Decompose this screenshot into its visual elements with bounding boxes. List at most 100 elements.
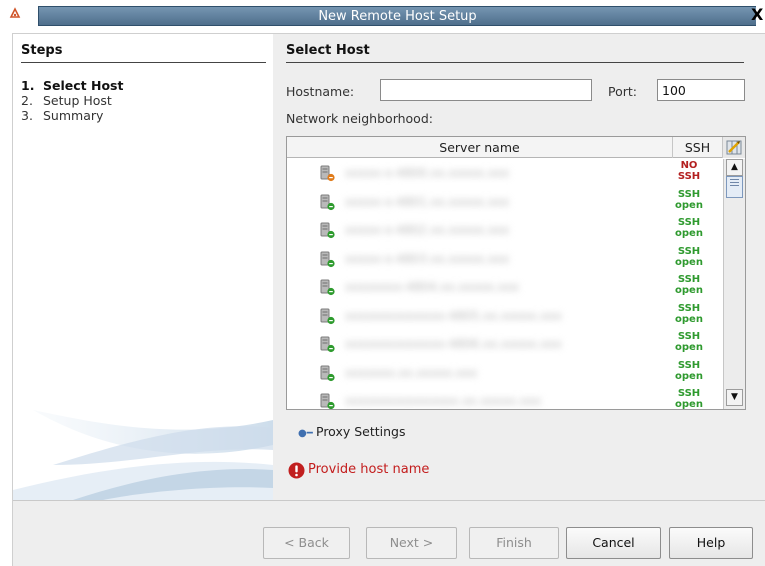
dialog-body: Steps 1. Select Host 2. Setup Host 3. Summary…	[12, 33, 765, 566]
decorative-swoosh	[13, 410, 273, 500]
server-name: xxxxx-x-4803.xx.xxxxx.xxx	[345, 251, 510, 266]
ssh-status: SSH open	[667, 217, 711, 239]
table-row[interactable]: xxxxxxxxxxxxxx-4806.xx.xxxxx.xxx SSH open	[287, 330, 723, 359]
ssh-status: SSH open	[667, 331, 711, 353]
step-number: 3.	[21, 108, 33, 123]
table-row[interactable]: xxxxxxxxxxxxxx-4805.xx.xxxxx.xxx SSH open	[287, 302, 723, 331]
table-row[interactable]: xxxxxxxxxxxxxxxx.xx.xxxxx.xxx SSH open	[287, 387, 723, 409]
ssh-status-line: SSH	[677, 331, 701, 342]
ssh-status-line: open	[675, 399, 703, 409]
step-number: 2.	[21, 93, 33, 108]
port-label: Port:	[608, 84, 637, 99]
ssh-status: SSH open	[667, 388, 711, 409]
window-title: New Remote Host Setup	[318, 9, 477, 24]
steps-panel: Steps 1. Select Host 2. Setup Host 3. Summary	[13, 34, 273, 500]
table-header: Server name SSH	[287, 137, 745, 158]
ssh-status-line: SSH	[677, 188, 701, 200]
proxy-settings-expander[interactable]: ●━ Proxy Settings	[298, 424, 405, 439]
server-icon	[320, 279, 335, 296]
step-item[interactable]: 3. Summary	[21, 108, 123, 123]
server-name-column-header[interactable]: Server name	[287, 137, 673, 158]
server-name: xxxxx-x-4801.xx.xxxxx.xxx	[345, 194, 510, 209]
panel-divider	[286, 62, 744, 63]
cancel-button[interactable]: Cancel	[566, 527, 661, 559]
table-row[interactable]: xxxxxxx.xx.xxxxx.xxx SSH open	[287, 359, 723, 388]
server-name: xxxxxxxxxxxxxxxx.xx.xxxxx.xxx	[345, 394, 542, 408]
server-table: Server name SSH xxxxx-x-4800.xx.xxxxx.xx…	[286, 136, 746, 410]
next-button[interactable]: Next >	[366, 527, 457, 559]
server-name: xxxxx-x-4802.xx.xxxxx.xxx	[345, 223, 510, 237]
step-label: Setup Host	[43, 93, 112, 108]
server-icon	[320, 165, 335, 182]
button-bar-divider	[13, 500, 765, 501]
port-input[interactable]	[657, 79, 745, 101]
table-scrollbar[interactable]: ▲ ▼	[723, 159, 745, 409]
table-row[interactable]: xxxxx-x-4800.xx.xxxxx.xxx NO SSH	[287, 159, 723, 188]
steps-title: Steps	[21, 43, 63, 58]
network-neighborhood-label: Network neighborhood:	[286, 111, 433, 126]
step-label: Select Host	[43, 78, 124, 93]
title-field: New Remote Host Setup	[38, 6, 756, 26]
ssh-status-line: open	[675, 342, 703, 353]
app-icon	[9, 7, 21, 18]
server-icon	[320, 336, 335, 353]
column-picker-icon	[726, 140, 742, 155]
scroll-down-icon[interactable]: ▼	[726, 389, 743, 406]
ssh-status-line: open	[675, 228, 703, 239]
select-host-panel: Select Host Hostname: Port: Network neig…	[286, 34, 756, 500]
ssh-status: SSH open	[667, 274, 711, 296]
step-item[interactable]: 2. Setup Host	[21, 93, 123, 108]
server-icon	[320, 393, 335, 409]
table-body: xxxxx-x-4800.xx.xxxxx.xxx NO SSH xxxxx-x-48…	[287, 159, 723, 409]
ssh-status-line: SSH	[677, 388, 701, 399]
scroll-thumb[interactable]	[726, 176, 743, 198]
ssh-status: SSH open	[667, 303, 711, 325]
ssh-status-line: SSH	[677, 217, 701, 228]
ssh-status-line: open	[675, 313, 703, 325]
hostname-label: Hostname:	[286, 84, 355, 99]
ssh-status-line: open	[675, 370, 703, 382]
server-icon	[320, 251, 335, 267]
ssh-status: SSH open	[667, 246, 711, 268]
ssh-status-line: open	[675, 199, 703, 211]
back-button[interactable]: < Back	[263, 527, 350, 559]
error-icon	[288, 462, 305, 479]
server-icon	[320, 222, 335, 239]
ssh-status-line: SSH	[677, 302, 701, 314]
ssh-status: SSH open	[667, 189, 711, 211]
server-name: xxxxxxxx-4804.xx.xxxxx.xxx	[345, 280, 520, 294]
proxy-settings-label: Proxy Settings	[316, 424, 406, 439]
ssh-status: SSH open	[667, 360, 711, 382]
step-number: 1.	[21, 78, 35, 93]
table-row[interactable]: xxxxx-x-4803.xx.xxxxx.xxx SSH open	[287, 245, 723, 274]
help-button[interactable]: Help	[669, 527, 753, 559]
server-icon	[320, 194, 335, 210]
table-row[interactable]: xxxxx-x-4802.xx.xxxxx.xxx SSH open	[287, 216, 723, 245]
title-bar[interactable]: New Remote Host Setup X	[0, 0, 765, 26]
error-message: Provide host name	[308, 462, 430, 477]
server-icon	[320, 365, 335, 381]
ssh-status-line: SSH	[677, 245, 701, 257]
server-name: xxxxxxxxxxxxxx-4806.xx.xxxxx.xxx	[345, 337, 562, 351]
server-name: xxxxxxxxxxxxxx-4805.xx.xxxxx.xxx	[345, 308, 562, 323]
table-row[interactable]: xxxxxxxx-4804.xx.xxxxx.xxx SSH open	[287, 273, 723, 302]
server-name: xxxxx-x-4800.xx.xxxxx.xxx	[345, 166, 510, 180]
ssh-status-line: open	[675, 256, 703, 268]
ssh-status-line: open	[675, 285, 703, 296]
ssh-status-line: SSH	[677, 171, 701, 182]
table-row[interactable]: xxxxx-x-4801.xx.xxxxx.xxx SSH open	[287, 188, 723, 217]
close-icon[interactable]: X	[751, 4, 765, 26]
column-picker-button[interactable]	[723, 137, 745, 158]
panel-title: Select Host	[286, 43, 370, 58]
steps-divider	[21, 62, 266, 63]
hostname-input[interactable]	[380, 79, 592, 101]
server-icon	[320, 308, 335, 324]
server-name: xxxxxxx.xx.xxxxx.xxx	[345, 365, 478, 380]
scroll-up-icon[interactable]: ▲	[726, 159, 743, 176]
ssh-column-header[interactable]: SSH	[673, 137, 723, 158]
step-label: Summary	[43, 108, 104, 123]
ssh-status-line: SSH	[677, 359, 701, 371]
ssh-status-line: NO	[680, 160, 698, 171]
finish-button[interactable]: Finish	[469, 527, 559, 559]
step-item[interactable]: 1. Select Host	[21, 78, 123, 93]
